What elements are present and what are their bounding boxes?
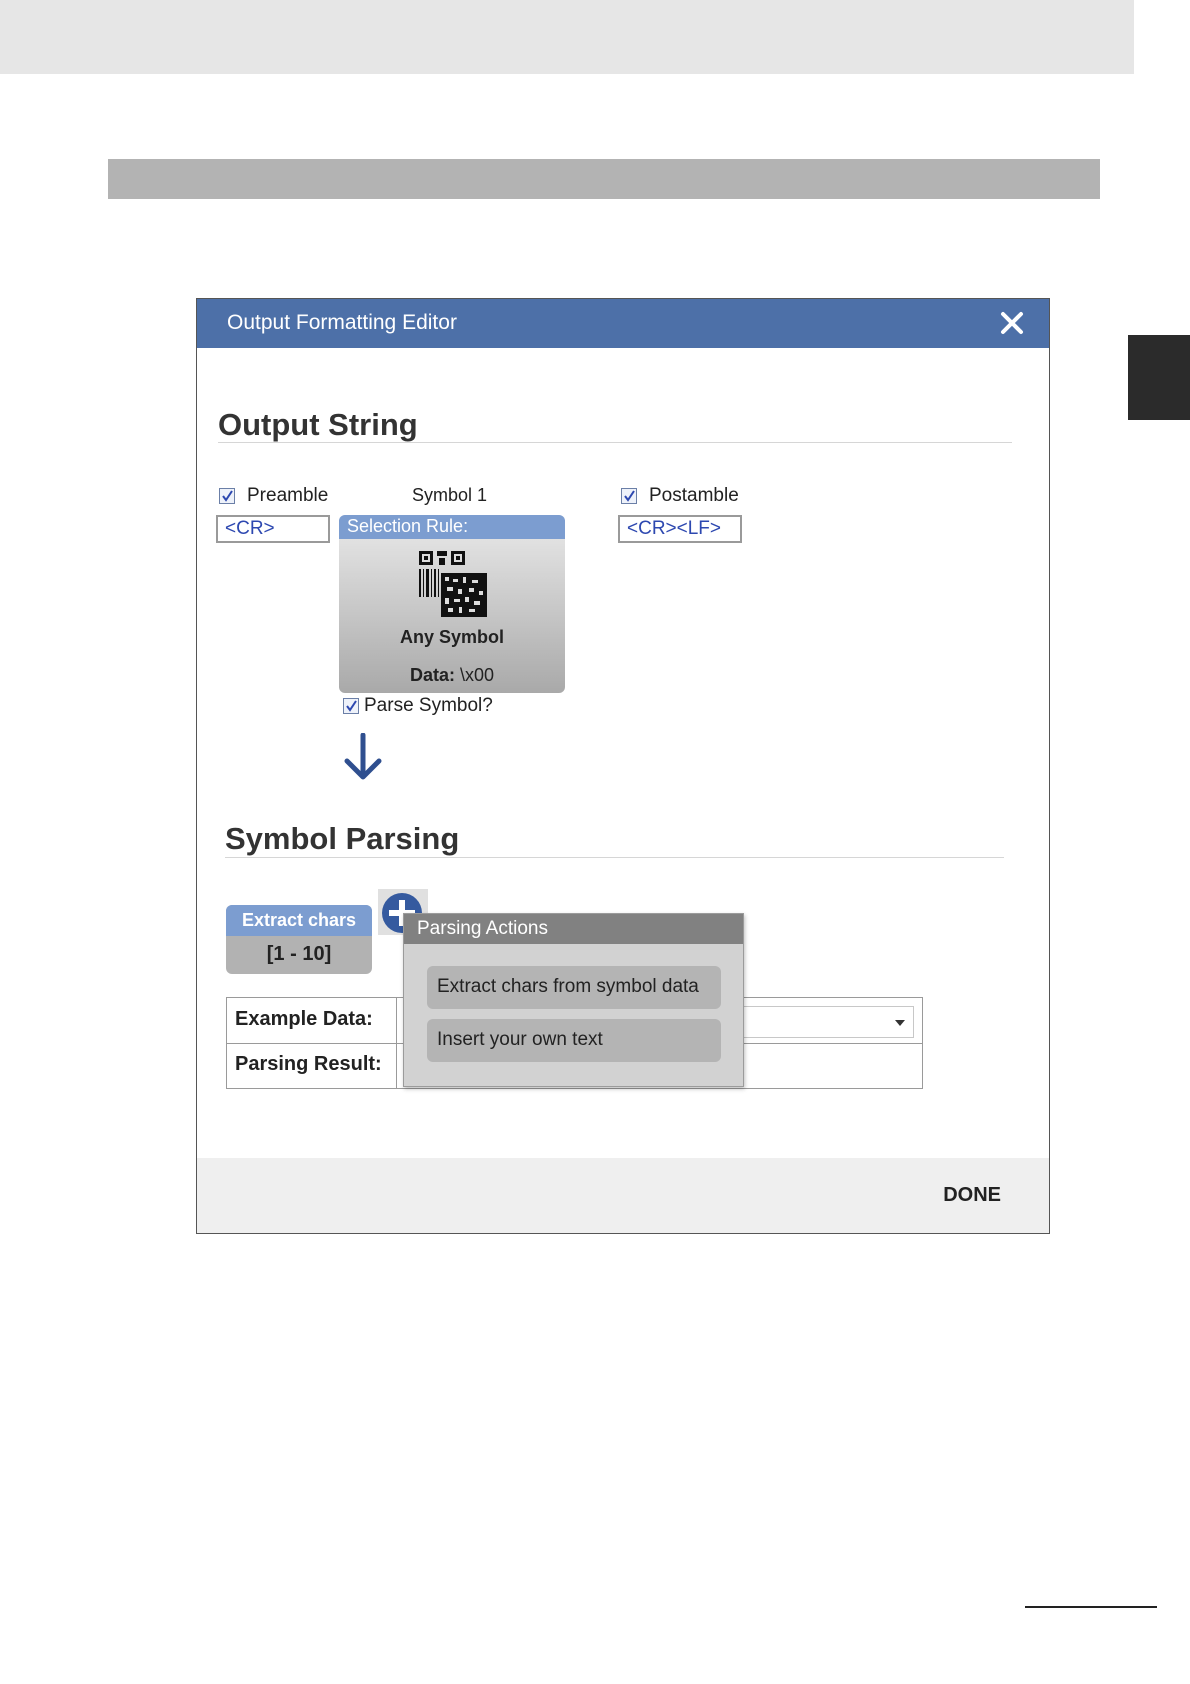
symbol-parsing-divider	[225, 857, 1004, 858]
close-icon[interactable]	[997, 308, 1027, 338]
extract-chars-title: Extract chars	[226, 905, 372, 936]
preamble-label: Preamble	[247, 485, 329, 506]
menu-item-insert-text[interactable]: Insert your own text	[427, 1019, 721, 1062]
menu-item-extract-chars[interactable]: Extract chars from symbol data	[427, 966, 721, 1009]
chapter-tab	[1128, 335, 1190, 420]
preamble-field[interactable]: <CR>	[216, 515, 330, 543]
symbol-label: Symbol 1	[412, 485, 488, 505]
postamble-field[interactable]: <CR><LF>	[618, 515, 742, 543]
output-formatting-editor-dialog: Output Formatting Editor Output String P…	[196, 298, 1050, 1234]
symbol-data-value: \x00	[460, 665, 495, 685]
dialog-titlebar: Output Formatting Editor	[197, 299, 1049, 348]
extract-chars-card[interactable]: Extract chars [1 - 10]	[226, 905, 372, 974]
arrow-down-icon	[344, 733, 382, 780]
output-string-divider	[218, 442, 1012, 443]
postamble-checkbox[interactable]	[621, 488, 637, 504]
preamble-checkbox[interactable]	[219, 488, 235, 504]
section-header-bar	[108, 159, 1100, 199]
symbol-card[interactable]: Selection Rule: Any Symbol Data: \x00	[339, 515, 565, 693]
page-header-band	[0, 0, 1134, 74]
symbol-data: Data: \x00	[339, 665, 565, 686]
example-data-label: Example Data:	[235, 1008, 373, 1030]
table-column-divider	[396, 998, 397, 1088]
parse-symbol-checkbox[interactable]	[343, 698, 359, 714]
dialog-footer: DONE	[197, 1158, 1049, 1233]
parsing-result-label: Parsing Result:	[235, 1053, 382, 1075]
parse-symbol-label: Parse Symbol?	[364, 695, 493, 716]
symbol-data-label: Data:	[409, 665, 455, 685]
symbol-name: Any Symbol	[399, 627, 505, 647]
selection-rule-label: Selection Rule:	[339, 515, 565, 539]
page-footer-rule	[1025, 1606, 1157, 1608]
output-string-heading: Output String	[218, 407, 418, 442]
barcode-icon	[419, 551, 487, 617]
done-button[interactable]: DONE	[943, 1184, 1001, 1207]
parsing-actions-title: Parsing Actions	[404, 914, 743, 944]
extract-chars-range: [1 - 10]	[266, 943, 332, 965]
dialog-title: Output Formatting Editor	[227, 311, 457, 334]
symbol-parsing-heading: Symbol Parsing	[225, 821, 460, 856]
chevron-down-icon	[895, 1020, 905, 1026]
postamble-label: Postamble	[649, 485, 739, 506]
parsing-actions-popup: Parsing Actions Extract chars from symbo…	[403, 913, 744, 1087]
